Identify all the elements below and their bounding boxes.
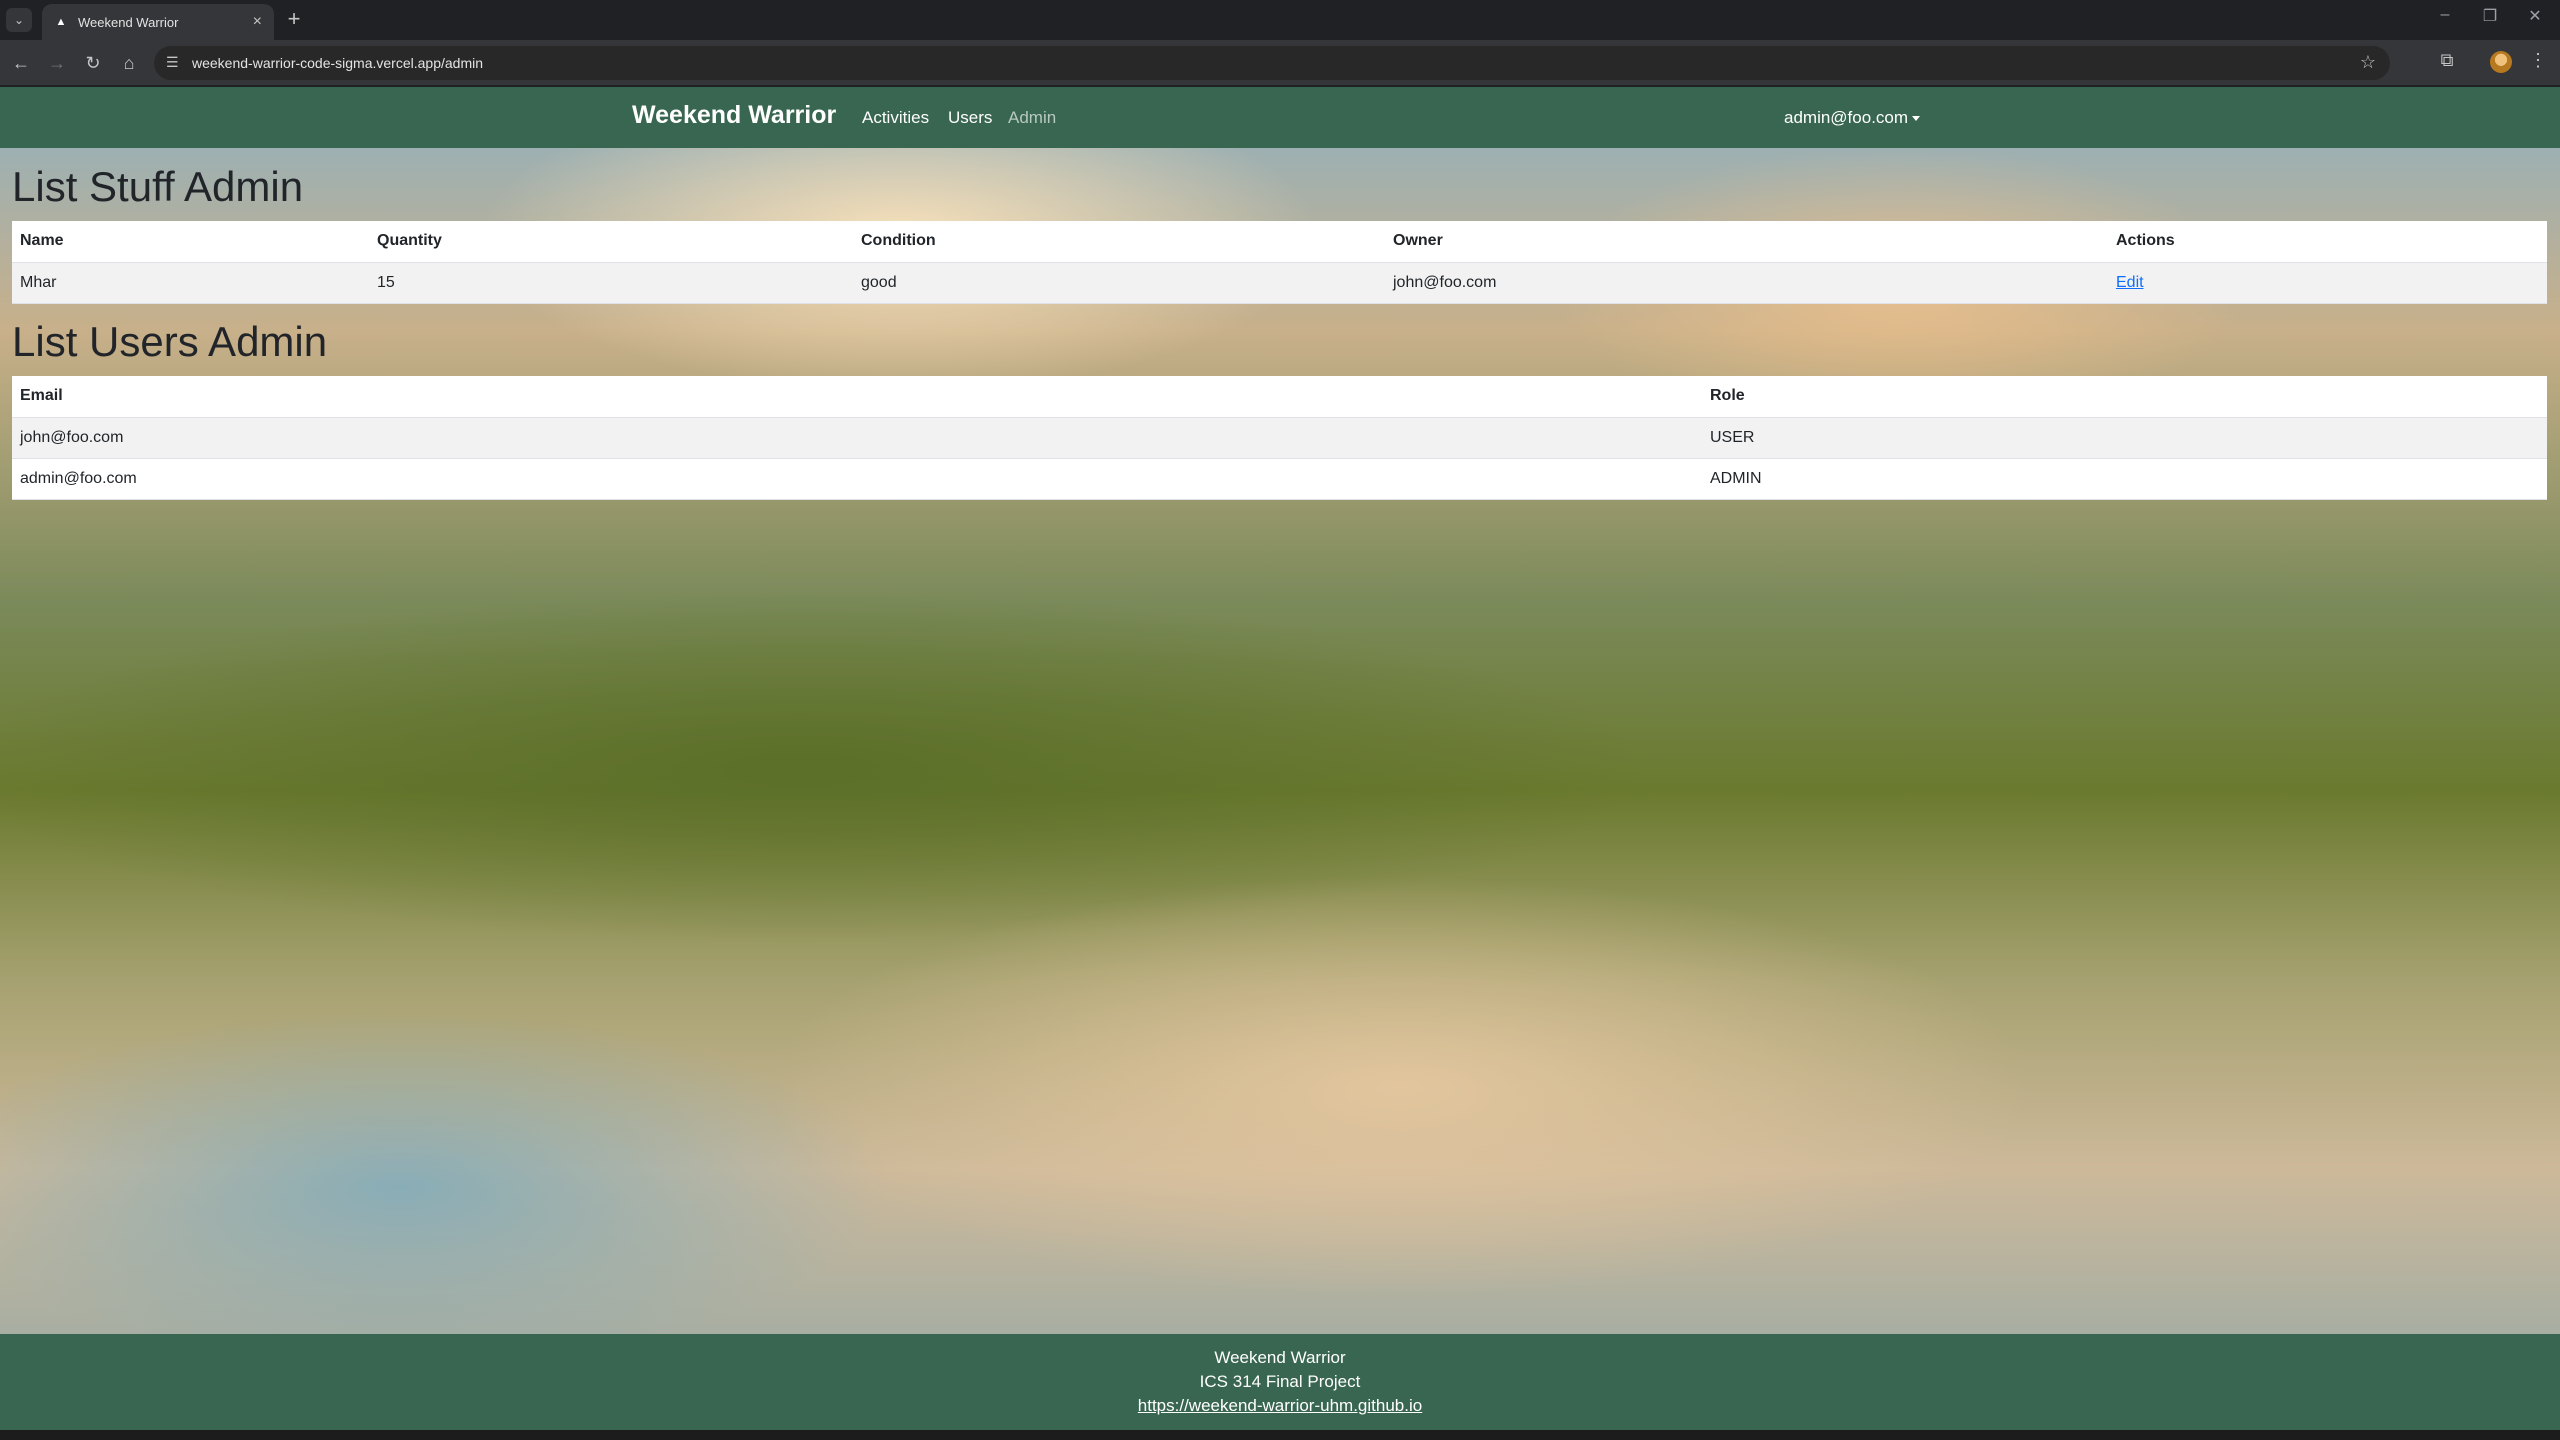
os-taskbar: [0, 1430, 2560, 1440]
nav-admin[interactable]: Admin: [1008, 108, 1056, 128]
col-role: Role: [1702, 376, 2547, 418]
stuff-table: Name Quantity Condition Owner Actions Mh…: [12, 221, 2547, 304]
new-tab-icon[interactable]: +: [282, 8, 306, 32]
footer-subtitle: ICS 314 Final Project: [1199, 1372, 1361, 1391]
nav-activities[interactable]: Activities: [862, 108, 929, 128]
home-icon[interactable]: ⌂: [116, 50, 142, 76]
reload-icon[interactable]: ↻: [80, 50, 106, 76]
tab-title: Weekend Warrior: [78, 14, 179, 30]
page-content: Weekend Warrior Activities Users Admin a…: [0, 87, 2560, 1440]
user-dropdown[interactable]: admin@foo.com: [1784, 108, 1921, 128]
tab-search-chevron-icon[interactable]: ⌄: [6, 8, 32, 32]
cell-actions: Edit: [2108, 262, 2547, 304]
address-bar[interactable]: ☰ weekend-warrior-code-sigma.vercel.app/…: [154, 46, 2390, 80]
table-row: john@foo.com USER: [12, 417, 2547, 459]
users-heading: List Users Admin: [12, 318, 328, 365]
cell-name: Mhar: [12, 262, 369, 304]
url-text: weekend-warrior-code-sigma.vercel.app/ad…: [192, 55, 484, 71]
stuff-heading: List Stuff Admin: [12, 163, 304, 210]
site-footer: Weekend Warrior ICS 314 Final Project ht…: [0, 1334, 2560, 1440]
nav-users[interactable]: Users: [948, 108, 992, 128]
col-actions: Actions: [2108, 221, 2547, 263]
brand-link[interactable]: Weekend Warrior: [632, 101, 836, 130]
caret-down-icon: [1912, 116, 1921, 122]
site-navbar: Weekend Warrior Activities Users Admin a…: [0, 87, 2560, 148]
footer-link[interactable]: https://weekend-warrior-uhm.github.io: [1138, 1396, 1422, 1415]
extensions-icon[interactable]: ⧉: [2434, 50, 2460, 71]
browser-toolbar: ← → ↻ ⌂ ☰ weekend-warrior-code-sigma.ver…: [0, 40, 2560, 86]
table-row: Mhar 15 good john@foo.com Edit: [12, 262, 2547, 304]
footer-title: Weekend Warrior: [1214, 1348, 1346, 1367]
table-row: admin@foo.com ADMIN: [12, 458, 2547, 500]
back-icon[interactable]: ←: [8, 50, 34, 76]
col-quantity: Quantity: [369, 221, 853, 263]
cell-condition: good: [853, 262, 1385, 304]
col-name: Name: [12, 221, 369, 263]
forward-icon[interactable]: →: [44, 50, 70, 76]
edit-link[interactable]: Edit: [2116, 274, 2144, 291]
col-owner: Owner: [1385, 221, 2108, 263]
users-table: Email Role john@foo.com USER admin@foo.c…: [12, 376, 2547, 500]
site-info-icon[interactable]: ☰: [166, 54, 179, 71]
minimize-icon[interactable]: –: [2430, 6, 2460, 24]
profile-avatar[interactable]: [2490, 51, 2512, 73]
close-window-icon[interactable]: ✕: [2520, 6, 2550, 26]
cell-role: ADMIN: [1702, 458, 2547, 500]
user-email: admin@foo.com: [1784, 108, 1909, 127]
favicon-icon: ▲: [55, 16, 67, 28]
browser-tab[interactable]: ▲ Weekend Warrior ×: [42, 4, 274, 40]
browser-tab-bar: ⌄ ▲ Weekend Warrior × + – ❐ ✕: [0, 0, 2560, 40]
col-email: Email: [12, 376, 1702, 418]
close-tab-icon[interactable]: ×: [253, 13, 262, 31]
col-condition: Condition: [853, 221, 1385, 263]
stuff-header-row: Name Quantity Condition Owner Actions: [12, 221, 2547, 263]
users-header-row: Email Role: [12, 376, 2547, 418]
cell-email: john@foo.com: [12, 417, 1702, 459]
cell-quantity: 15: [369, 262, 853, 304]
menu-icon[interactable]: ⋮: [2525, 50, 2551, 71]
cell-email: admin@foo.com: [12, 458, 1702, 500]
cell-role: USER: [1702, 417, 2547, 459]
cell-owner: john@foo.com: [1385, 262, 2108, 304]
restore-icon[interactable]: ❐: [2475, 6, 2505, 26]
bookmark-star-icon[interactable]: ☆: [2360, 52, 2376, 73]
